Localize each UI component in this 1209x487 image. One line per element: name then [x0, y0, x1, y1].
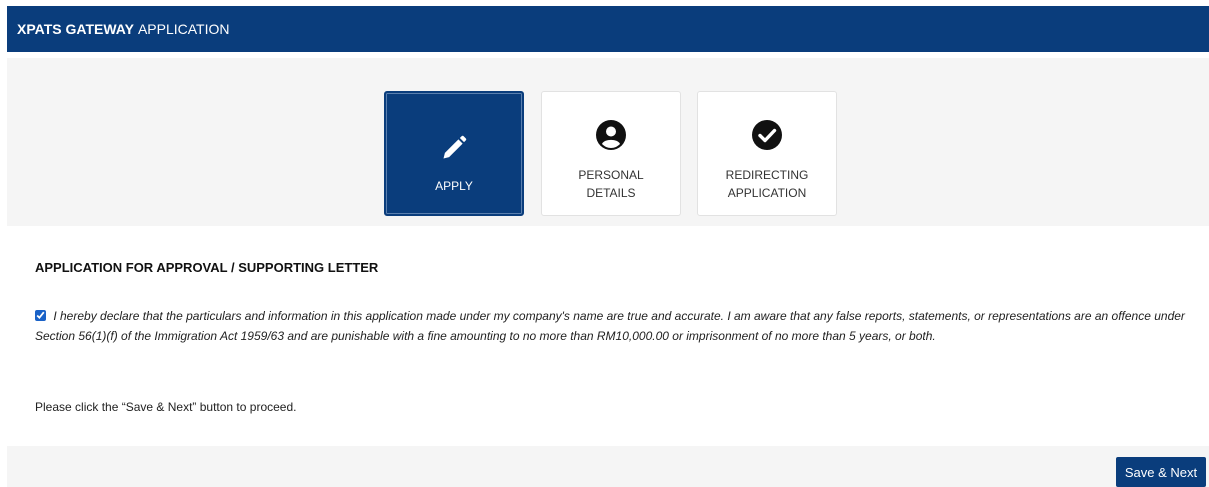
- wizard-stepper: APPLY PERSONAL DETAILS REDIRECTING APPLI…: [7, 58, 1209, 226]
- step-personal-details[interactable]: PERSONAL DETAILS: [541, 91, 681, 216]
- step-apply-label: APPLY: [435, 179, 473, 193]
- step-label-line: APPLICATION: [727, 186, 807, 200]
- pencil-icon: [440, 131, 468, 165]
- app-header: XPATS GATEWAY APPLICATION: [7, 6, 1209, 52]
- step-label-line: REDIRECTING: [725, 168, 809, 182]
- declaration-checkbox[interactable]: [35, 310, 46, 321]
- step-personal-details-label: PERSONAL DETAILS: [551, 166, 671, 202]
- declaration-text: I hereby declare that the particulars an…: [35, 309, 1185, 343]
- step-apply[interactable]: APPLY: [384, 91, 524, 216]
- save-next-button[interactable]: Save & Next: [1116, 457, 1206, 487]
- header-title-bold: XPATS GATEWAY: [17, 21, 134, 37]
- step-label-line: PERSONAL: [578, 168, 644, 182]
- declaration-block: I hereby declare that the particulars an…: [35, 306, 1185, 346]
- check-circle-icon: [751, 118, 783, 152]
- step-label-line: DETAILS: [586, 186, 636, 200]
- instruction-text: Please click the “Save & Next” button to…: [35, 400, 297, 414]
- header-title-rest: APPLICATION: [137, 21, 230, 37]
- user-circle-icon: [595, 118, 627, 152]
- step-redirecting-application-label: REDIRECTING APPLICATION: [707, 166, 827, 202]
- footer-actions: Save & Next: [7, 446, 1209, 487]
- section-title: APPLICATION FOR APPROVAL / SUPPORTING LE…: [35, 260, 379, 275]
- step-redirecting-application[interactable]: REDIRECTING APPLICATION: [697, 91, 837, 216]
